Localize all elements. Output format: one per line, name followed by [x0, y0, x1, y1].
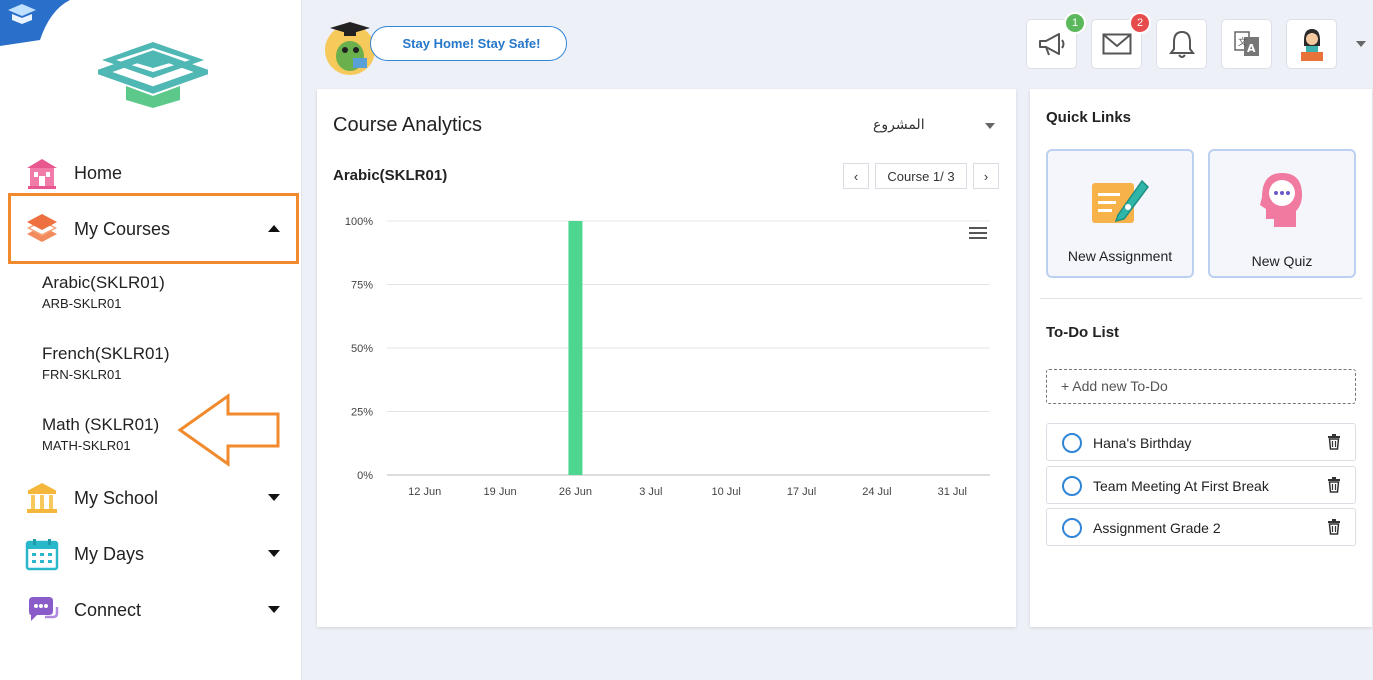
- course-code: ARB-SKLR01: [42, 296, 122, 311]
- expand-caret-icon[interactable]: [268, 494, 280, 501]
- new-assignment-tile[interactable]: New Assignment: [1046, 149, 1194, 278]
- nav-home-label: Home: [74, 162, 123, 183]
- messages-count-badge: 2: [1129, 12, 1151, 34]
- notifications-button[interactable]: [1156, 19, 1207, 69]
- new-quiz-tile[interactable]: New Quiz: [1208, 149, 1356, 278]
- dropdown-value: المشروع: [873, 116, 925, 132]
- new-assignment-label: New Assignment: [1067, 248, 1173, 264]
- announcements-count-badge: 1: [1064, 12, 1086, 34]
- quiz-head-icon: [1260, 173, 1302, 227]
- nav-home[interactable]: Home: [24, 153, 294, 193]
- card-title: Course Analytics: [333, 114, 482, 136]
- nav-my-school-label: My School: [74, 487, 159, 508]
- course-name: Math (SKLR01): [42, 415, 160, 434]
- expand-caret-icon[interactable]: [268, 550, 280, 557]
- y-tick-label: 75%: [351, 280, 373, 292]
- assignment-pen-icon: [1092, 179, 1149, 223]
- left-arrow-annotation-icon: [177, 393, 280, 467]
- analytics-type-dropdown[interactable]: المشروع: [869, 115, 999, 137]
- course-analytics-card: Course Analytics المشروع Arabic(SKLR01) …: [317, 89, 1016, 627]
- profile-button[interactable]: [1286, 19, 1337, 69]
- y-tick-label: 100%: [345, 216, 373, 228]
- stay-safe-banner[interactable]: Stay Home! Stay Safe!: [370, 26, 567, 61]
- x-tick-label: 3 Jul: [639, 486, 662, 498]
- prev-course-button[interactable]: ‹: [843, 163, 869, 189]
- svg-text:A: A: [1247, 42, 1256, 55]
- chat-bubbles-icon: [24, 592, 60, 628]
- course-code: FRN-SKLR01: [42, 367, 122, 382]
- course-code: MATH-SKLR01: [42, 438, 131, 453]
- school-building-icon: [24, 480, 60, 516]
- nav-connect[interactable]: Connect: [24, 590, 294, 630]
- books-icon: [24, 211, 60, 247]
- nav-my-courses-label: My Courses: [74, 218, 171, 239]
- course-item-french[interactable]: French(SKLR01) FRN-SKLR01: [42, 344, 170, 382]
- course-item-math[interactable]: Math (SKLR01) MATH-SKLR01: [42, 415, 159, 453]
- y-tick-label: 0%: [357, 470, 373, 482]
- course-subtitle: Arabic(SKLR01): [333, 167, 448, 184]
- x-tick-label: 17 Jul: [787, 486, 816, 498]
- messages-button[interactable]: 2: [1091, 12, 1151, 69]
- todo-text: Team Meeting At First Break: [1093, 478, 1269, 494]
- x-tick-label: 19 Jun: [484, 486, 517, 498]
- language-button[interactable]: 文 A: [1221, 19, 1272, 69]
- quick-links-title: Quick Links: [1046, 109, 1132, 126]
- todo-text: Assignment Grade 2: [1093, 520, 1221, 536]
- chart-bar: [568, 221, 583, 475]
- quick-links-card: Quick Links New Assignment New Quiz To-D…: [1030, 89, 1372, 627]
- nav-my-school[interactable]: My School: [24, 478, 294, 518]
- x-tick-label: 12 Jun: [408, 486, 441, 498]
- course-item-arabic[interactable]: Arabic(SKLR01) ARB-SKLR01: [42, 273, 165, 311]
- calendar-icon: [24, 536, 60, 572]
- corner-logo-icon[interactable]: [0, 0, 70, 46]
- sidebar: Home My Courses Arabic(SKLR01) ARB-SKLR0…: [0, 0, 302, 680]
- collapse-caret-icon[interactable]: [268, 225, 280, 232]
- course-name: French(SKLR01): [42, 344, 170, 363]
- section-divider: [1040, 298, 1362, 299]
- todo-text: Hana's Birthday: [1093, 435, 1192, 451]
- trash-icon[interactable]: [1327, 477, 1341, 493]
- todo-title: To-Do List: [1046, 324, 1120, 341]
- y-tick-label: 50%: [351, 343, 373, 355]
- nav-my-days-label: My Days: [74, 543, 145, 564]
- x-tick-label: 24 Jul: [862, 486, 891, 498]
- y-tick-label: 25%: [351, 407, 373, 419]
- announcements-button[interactable]: 1: [1026, 12, 1086, 69]
- course-name: Arabic(SKLR01): [42, 273, 165, 292]
- home-icon: [24, 155, 60, 191]
- trash-icon[interactable]: [1327, 519, 1341, 535]
- nav-my-courses[interactable]: My Courses: [24, 209, 294, 249]
- course-pager-label: Course 1/ 3: [875, 163, 967, 189]
- todo-complete-checkbox[interactable]: [1062, 476, 1082, 496]
- x-tick-label: 10 Jul: [712, 486, 741, 498]
- todo-complete-checkbox[interactable]: [1062, 518, 1082, 538]
- dropdown-caret-icon: [985, 123, 995, 129]
- todo-item: Hana's Birthday: [1046, 423, 1356, 461]
- svg-text:文: 文: [1238, 36, 1247, 48]
- trash-icon[interactable]: [1327, 434, 1341, 450]
- bell-icon: [1168, 30, 1195, 58]
- todo-item: Assignment Grade 2: [1046, 508, 1356, 546]
- x-tick-label: 26 Jun: [559, 486, 592, 498]
- school-logo: [98, 42, 208, 108]
- mail-icon: [1102, 33, 1131, 55]
- add-todo-input[interactable]: + Add new To-Do: [1046, 369, 1356, 404]
- new-quiz-label: New Quiz: [1251, 253, 1313, 269]
- megaphone-icon: [1038, 33, 1064, 56]
- nav-connect-label: Connect: [74, 599, 142, 620]
- nav-my-days[interactable]: My Days: [24, 534, 294, 574]
- todo-complete-checkbox[interactable]: [1062, 433, 1082, 453]
- profile-dropdown-caret-icon[interactable]: [1356, 41, 1366, 47]
- translate-icon: 文 A: [1233, 31, 1259, 56]
- teacher-avatar-icon: [1300, 29, 1323, 61]
- next-course-button[interactable]: ›: [973, 163, 999, 189]
- todo-item: Team Meeting At First Break: [1046, 466, 1356, 504]
- expand-caret-icon[interactable]: [268, 606, 280, 613]
- x-tick-label: 31 Jul: [938, 486, 967, 498]
- analytics-bar-chart: 0% 25% 50% 75% 100% 12 Jun 19 Jun 26 Jun 3 Jul 10…: [345, 216, 990, 498]
